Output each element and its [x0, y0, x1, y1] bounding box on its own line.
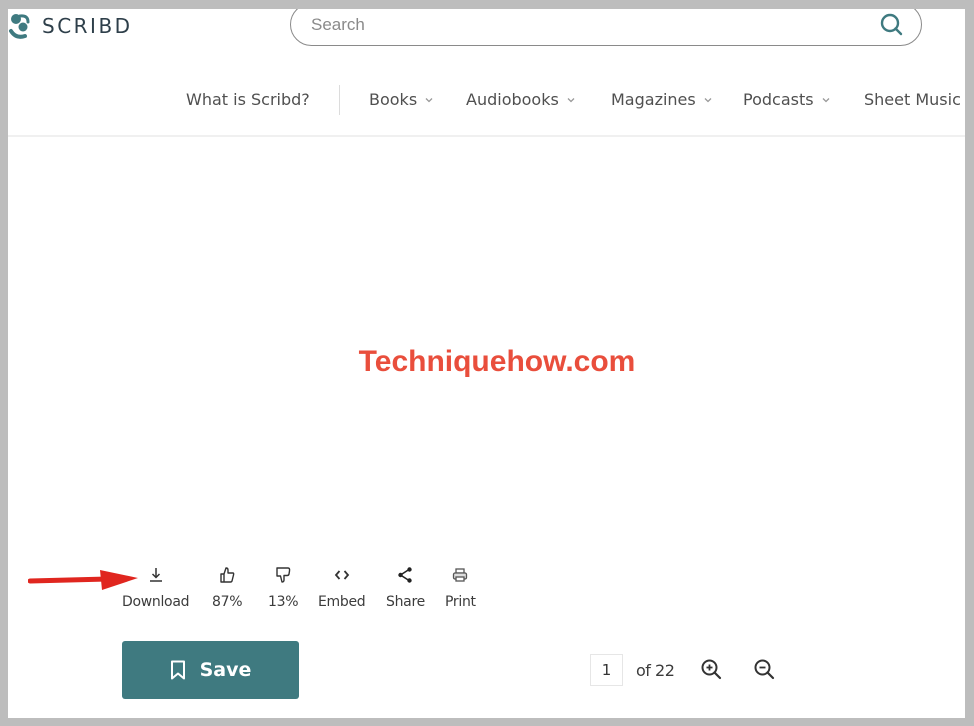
thumbs-up-button[interactable]: 87%: [212, 566, 243, 610]
nav-audiobooks[interactable]: Audiobooks: [466, 90, 575, 109]
nav-label: Sheet Music: [864, 90, 961, 109]
share-button[interactable]: Share: [386, 566, 425, 610]
chevron-down-icon: [425, 97, 433, 102]
embed-button[interactable]: Embed: [318, 566, 366, 610]
chevron-down-icon: [567, 97, 575, 102]
nav-label: Magazines: [611, 90, 696, 109]
nav-divider: [339, 85, 340, 115]
upvote-percent: 87%: [212, 594, 243, 610]
nav-label: Audiobooks: [466, 90, 559, 109]
download-icon: [149, 568, 162, 582]
logo-text: SCRIBD: [42, 14, 133, 38]
search-input[interactable]: [309, 13, 853, 36]
bookmark-icon: [170, 660, 185, 680]
scribd-page: SCRIBD What is Scribd? Books Audiobooks …: [8, 9, 965, 718]
print-icon: [453, 568, 468, 582]
thumbs-down-button[interactable]: 13%: [268, 566, 299, 610]
nav-magazines[interactable]: Magazines: [611, 90, 712, 109]
nav-podcasts[interactable]: Podcasts: [743, 90, 830, 109]
share-icon: [398, 567, 413, 583]
search-bar: [290, 9, 922, 46]
nav-label: Books: [369, 90, 418, 109]
share-label: Share: [386, 594, 425, 610]
zoom-in-icon[interactable]: [700, 658, 722, 680]
nav-books[interactable]: Books: [369, 90, 433, 109]
nav-sheet-music[interactable]: Sheet Music: [864, 90, 961, 109]
nav-label: What is Scribd?: [186, 90, 310, 109]
print-button[interactable]: Print: [445, 566, 476, 610]
zoom-out-icon[interactable]: [753, 658, 775, 680]
chevron-down-icon: [822, 97, 830, 102]
save-button[interactable]: Save: [122, 641, 299, 699]
print-label: Print: [445, 594, 476, 610]
page-number-input[interactable]: [590, 654, 623, 686]
chevron-down-icon: [704, 97, 712, 102]
download-label: Download: [122, 594, 190, 610]
scribd-logo[interactable]: SCRIBD: [8, 11, 133, 41]
thumbs-down-icon: [276, 567, 291, 583]
scribd-logo-icon: [9, 14, 30, 39]
page-total: of 22: [636, 661, 675, 680]
save-label: Save: [199, 659, 252, 681]
main-nav: What is Scribd? Books Audiobooks Magazin…: [8, 69, 965, 137]
download-button[interactable]: Download: [122, 566, 190, 610]
watermark-text: Techniquehow.com: [358, 345, 636, 378]
search-icon[interactable]: [879, 12, 905, 38]
downvote-percent: 13%: [268, 594, 299, 610]
thumbs-up-icon: [220, 567, 235, 583]
embed-code-icon: [334, 570, 349, 580]
nav-label: Podcasts: [743, 90, 814, 109]
embed-label: Embed: [318, 594, 366, 610]
nav-what-is-scribd[interactable]: What is Scribd?: [186, 90, 310, 109]
